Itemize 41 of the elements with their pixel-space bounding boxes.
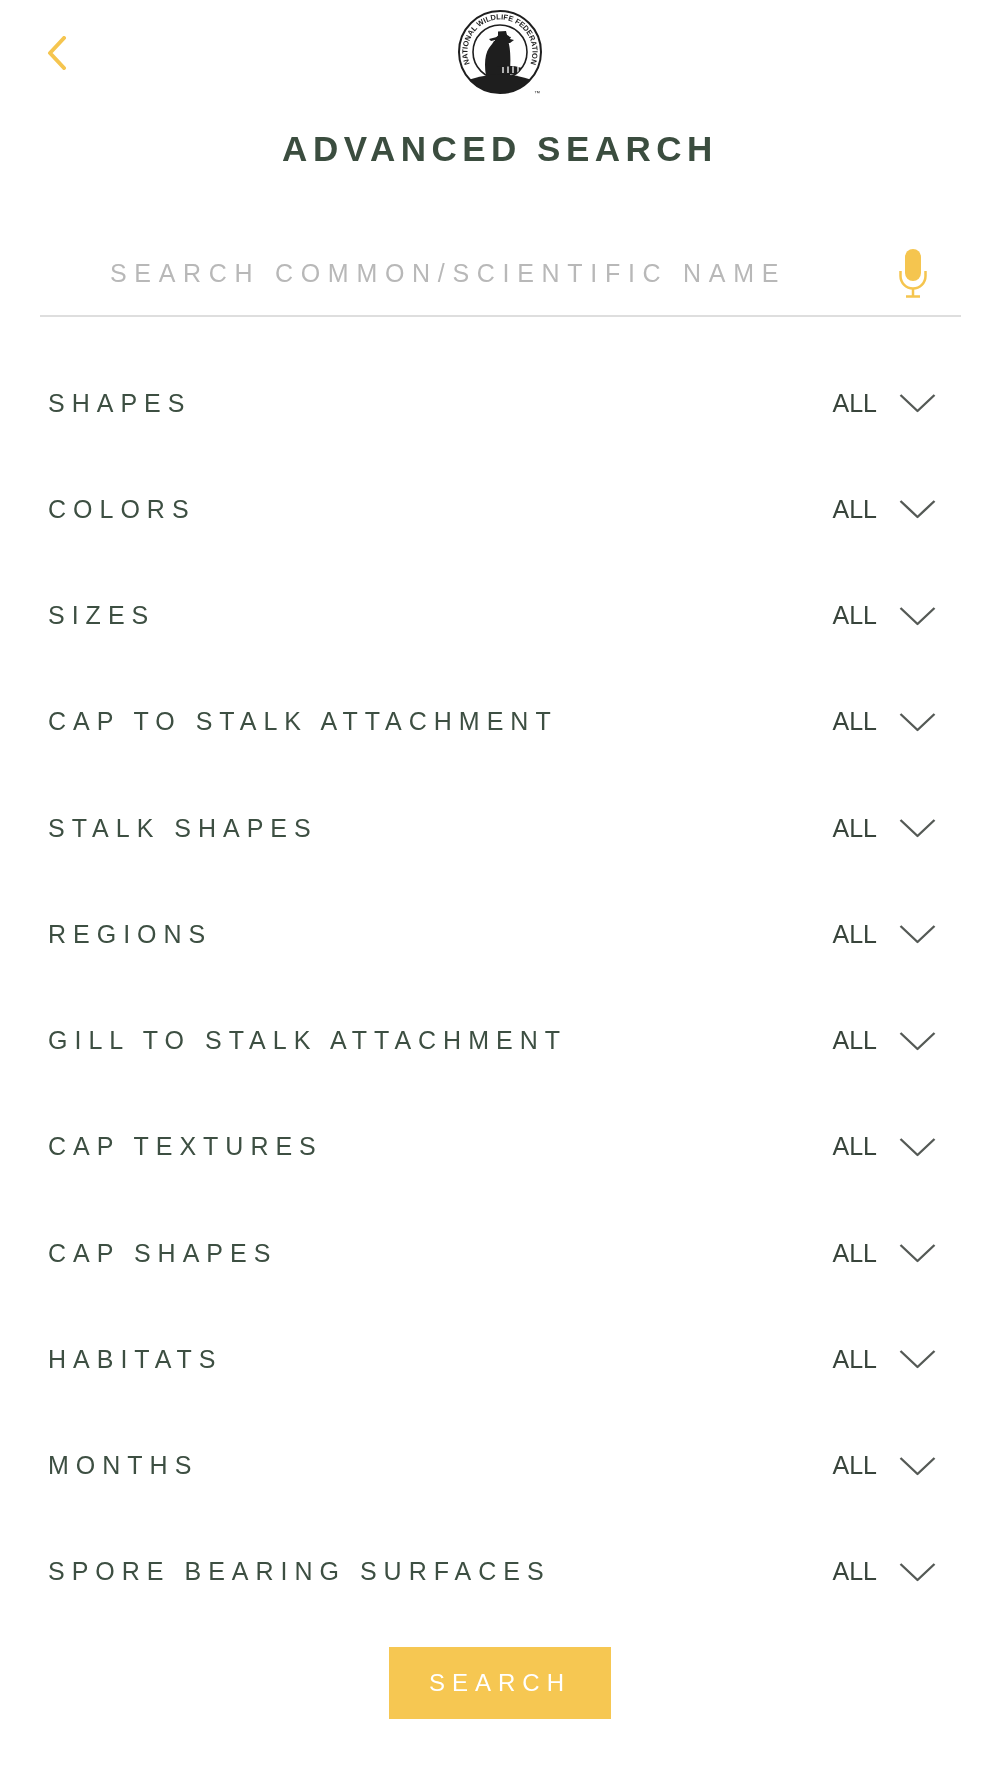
filter-label: REGIONS xyxy=(48,919,213,949)
chevron-down-icon xyxy=(899,711,936,732)
filter-label: STALK SHAPES xyxy=(48,813,318,843)
filter-label: MONTHS xyxy=(48,1451,199,1481)
filter-label: CAP TO STALK ATTACHMENT xyxy=(48,707,558,737)
chevron-down-icon xyxy=(899,1455,936,1476)
filter-label: COLORS xyxy=(48,494,196,524)
chevron-down-icon xyxy=(899,499,936,520)
filter-dropdown[interactable]: ALL xyxy=(832,388,936,418)
filter-dropdown[interactable]: ALL xyxy=(832,1557,936,1587)
filter-label: SPORE BEARING SURFACES xyxy=(48,1557,551,1587)
filter-dropdown[interactable]: ALL xyxy=(832,1026,936,1056)
microphone-icon[interactable] xyxy=(898,248,928,298)
filter-label: HABITATS xyxy=(48,1344,223,1374)
chevron-down-icon xyxy=(899,393,936,414)
chevron-down-icon xyxy=(899,818,936,839)
chevron-down-icon xyxy=(899,1136,936,1157)
filter-label: CAP TEXTURES xyxy=(48,1132,323,1162)
filter-dropdown[interactable]: ALL xyxy=(832,919,936,949)
chevron-down-icon xyxy=(899,1030,936,1051)
chevron-down-icon xyxy=(899,1349,936,1370)
chevron-down-icon xyxy=(899,605,936,626)
chevron-down-icon xyxy=(899,1561,936,1582)
search-field[interactable]: SEARCH COMMON/SCIENTIFIC NAME xyxy=(40,247,856,299)
back-button[interactable] xyxy=(47,36,67,70)
filter-dropdown[interactable]: ALL xyxy=(832,1451,936,1481)
filter-label: SIZES xyxy=(48,601,156,631)
filter-label: CAP SHAPES xyxy=(48,1238,278,1268)
filter-dropdown[interactable]: ALL xyxy=(832,601,936,631)
filter-dropdown[interactable]: ALL xyxy=(832,813,936,843)
filter-dropdown[interactable]: ALL xyxy=(832,1132,936,1162)
chevron-left-icon xyxy=(47,36,67,70)
filter-dropdown[interactable]: ALL xyxy=(832,494,936,524)
filter-label: GILL TO STALK ATTACHMENT xyxy=(48,1026,567,1056)
page-title: ADVANCED SEARCH xyxy=(282,128,718,170)
chevron-down-icon xyxy=(899,924,936,945)
filter-label: SHAPES xyxy=(48,388,192,418)
filter-dropdown[interactable]: ALL xyxy=(832,1238,936,1268)
chevron-down-icon xyxy=(899,1243,936,1264)
filter-dropdown[interactable]: ALL xyxy=(832,707,936,737)
filter-dropdown[interactable]: ALL xyxy=(832,1344,936,1374)
